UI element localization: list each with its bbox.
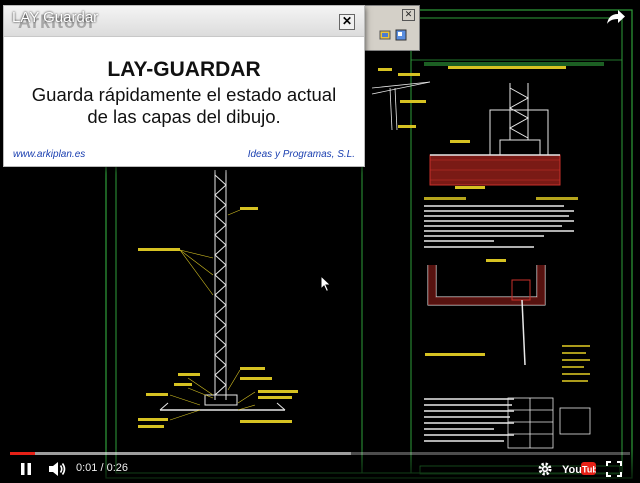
- cad-toolbar: ✕: [362, 5, 420, 51]
- progress-fill: [10, 452, 35, 455]
- player-controls: 0:01 / 0:26 You Tube: [0, 448, 640, 483]
- time-display: 0:01 / 0:26: [76, 462, 128, 474]
- volume-icon[interactable]: [47, 461, 67, 482]
- popup-description: Guarda rápidamente el estado actual de l…: [4, 84, 364, 128]
- progress-bar[interactable]: [10, 452, 630, 455]
- video-title[interactable]: LAY Guardar: [12, 9, 98, 26]
- time-total: 0:26: [106, 462, 129, 474]
- settings-icon[interactable]: [537, 461, 553, 482]
- share-icon[interactable]: [606, 8, 626, 31]
- company-name: Ideas y Programas, S.L.: [247, 149, 355, 160]
- website-link[interactable]: www.arkiplan.es: [13, 149, 85, 160]
- youtube-tube-text: Tube: [582, 465, 596, 475]
- youtube-logo[interactable]: You Tube: [562, 460, 603, 483]
- fullscreen-icon[interactable]: [606, 461, 622, 482]
- play-icon[interactable]: [18, 461, 34, 482]
- popup-description-line: Guarda rápidamente el estado actual: [31, 84, 337, 105]
- time-current: 0:01: [76, 462, 98, 474]
- close-icon[interactable]: ✕: [339, 14, 355, 30]
- popup-title: LAY-GUARDAR: [107, 58, 261, 81]
- info-popup: Arkitool ✕ LAY-GUARDAR Guarda rápidament…: [3, 5, 365, 167]
- cursor-icon: [320, 274, 332, 298]
- buffer-bar: [10, 452, 351, 455]
- time-separator: /: [97, 462, 107, 474]
- video-player[interactable]: LAY Guardar ✕ Arkitool ✕ LAY-GUARDAR Gua…: [0, 0, 640, 483]
- layer-state-icon[interactable]: [395, 28, 407, 41]
- foundation-detail: [489, 83, 549, 156]
- youtube-you-text: You: [562, 464, 582, 476]
- popup-description-line: de las capas del dibujo.: [87, 106, 281, 127]
- layer-icon[interactable]: [379, 28, 391, 40]
- close-icon[interactable]: ✕: [402, 9, 415, 21]
